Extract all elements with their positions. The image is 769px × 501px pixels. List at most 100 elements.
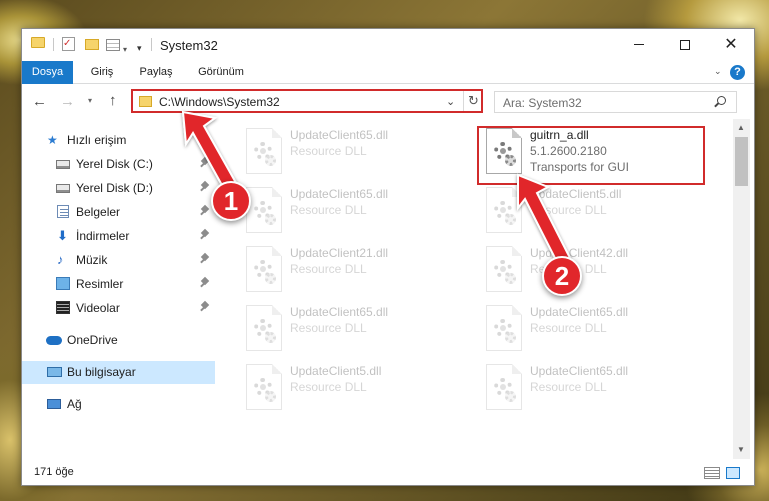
close-button[interactable]: ✕ — [708, 29, 754, 60]
navigation-bar: ← → ▾ ↑ C:\Windows\System32 ⌄ ↻ Ara: Sys… — [22, 85, 754, 119]
list-item[interactable]: UpdateClient5.dll Resource DLL — [480, 182, 708, 238]
file-name: UpdateClient65.dll — [530, 305, 629, 319]
pin-icon[interactable] — [200, 204, 210, 217]
file-type: Resource DLL — [290, 321, 367, 335]
gear-icon — [265, 391, 276, 402]
separator — [53, 38, 54, 51]
sidebar-item-label: İndirmeler — [76, 229, 130, 243]
help-button[interactable]: ? — [730, 65, 745, 80]
disk-icon — [56, 160, 70, 169]
pin-icon[interactable] — [200, 300, 210, 313]
scroll-down-icon[interactable]: ▼ — [737, 445, 745, 454]
address-path[interactable]: C:\Windows\System32 — [159, 95, 280, 109]
close-icon: ✕ — [724, 35, 738, 53]
tab-file[interactable]: Dosya — [22, 61, 73, 84]
pin-icon[interactable] — [200, 228, 210, 241]
address-history-icon[interactable]: ⌄ — [446, 95, 455, 108]
up-arrow-icon[interactable]: ↑ — [109, 92, 117, 109]
file-type: Resource DLL — [290, 380, 367, 394]
status-bar: 171 öğe — [22, 459, 754, 485]
properties-check-icon[interactable]: ✓ — [62, 37, 75, 51]
list-item[interactable]: UpdateClient65.dll Resource DLL — [240, 182, 468, 238]
dll-file-icon — [246, 246, 282, 292]
sidebar-item-pictures[interactable]: Resimler — [22, 273, 215, 295]
dll-file-icon — [246, 187, 282, 233]
sidebar-item-label: Ağ — [67, 397, 82, 411]
minimize-button[interactable] — [616, 29, 662, 60]
vertical-scrollbar[interactable]: ▲ ▼ — [733, 119, 750, 459]
navigation-pane: ★ Hızlı erişim Yerel Disk (C:) Yerel Dis… — [22, 119, 215, 459]
properties-icon[interactable] — [106, 39, 120, 51]
pin-icon[interactable] — [200, 276, 210, 289]
search-input[interactable]: Ara: System32 — [494, 91, 737, 113]
list-item[interactable]: UpdateClient65.dll Resource DLL — [480, 300, 708, 356]
recent-locations-icon[interactable]: ▾ — [88, 96, 92, 105]
download-icon: ⬇ — [57, 228, 68, 243]
dll-file-icon — [246, 364, 282, 410]
step-1-badge: 1 — [211, 181, 251, 221]
sidebar-item-network[interactable]: Ağ — [22, 393, 215, 415]
folder-icon[interactable] — [31, 37, 45, 48]
tab-home[interactable]: Giriş — [82, 61, 122, 84]
tiles-view-icon[interactable] — [726, 467, 740, 479]
sidebar-item-local-disk-d[interactable]: Yerel Disk (D:) — [22, 177, 215, 199]
sidebar-item-label: Yerel Disk (D:) — [76, 181, 153, 195]
scroll-up-icon[interactable]: ▲ — [737, 123, 745, 132]
new-folder-icon[interactable] — [85, 39, 99, 50]
dll-file-icon — [246, 305, 282, 351]
list-item[interactable]: UpdateClient65.dll Resource DLL — [240, 123, 468, 179]
sidebar-item-quick-access[interactable]: ★ Hızlı erişim — [22, 129, 215, 151]
pin-icon[interactable] — [200, 252, 210, 265]
gear-icon — [265, 214, 276, 225]
computer-icon — [47, 367, 62, 377]
sidebar-item-documents[interactable]: Belgeler — [22, 201, 215, 223]
list-item[interactable]: UpdateClient42.dll Resource DLL — [480, 241, 708, 297]
gear-icon — [265, 155, 276, 166]
file-type: Resource DLL — [530, 321, 607, 335]
chevron-down-icon[interactable]: ▾ — [123, 41, 127, 57]
details-view-icon[interactable] — [704, 467, 720, 479]
dll-file-icon — [486, 305, 522, 351]
sidebar-item-videos[interactable]: Videolar — [22, 297, 215, 319]
sidebar-item-this-pc[interactable]: Bu bilgisayar — [22, 361, 215, 384]
file-name: UpdateClient65.dll — [530, 364, 629, 378]
sidebar-item-label: OneDrive — [67, 333, 118, 347]
sidebar-item-local-disk-c[interactable]: Yerel Disk (C:) — [22, 153, 215, 175]
file-name: UpdateClient65.dll — [290, 187, 389, 201]
pin-icon[interactable] — [200, 180, 210, 193]
file-name: UpdateClient5.dll — [530, 187, 622, 201]
music-icon: ♪ — [57, 252, 64, 267]
list-item[interactable]: UpdateClient5.dll Resource DLL — [240, 359, 468, 415]
tab-share[interactable]: Paylaş — [131, 61, 181, 84]
sidebar-item-music[interactable]: ♪ Müzik — [22, 249, 215, 271]
address-bar[interactable]: C:\Windows\System32 ⌄ ↻ — [131, 89, 483, 113]
maximize-button[interactable] — [662, 29, 708, 60]
file-type: Resource DLL — [530, 380, 607, 394]
pin-icon[interactable] — [200, 156, 210, 169]
refresh-icon[interactable]: ↻ — [463, 91, 483, 111]
sidebar-item-label: Belgeler — [76, 205, 121, 219]
sidebar-item-downloads[interactable]: ⬇ İndirmeler — [22, 225, 215, 247]
item-count: 171 öğe — [34, 466, 74, 478]
pictures-icon — [56, 277, 70, 290]
file-name: UpdateClient65.dll — [290, 305, 389, 319]
window-title: System32 — [160, 38, 218, 53]
search-icon[interactable] — [717, 96, 726, 105]
scrollbar-thumb[interactable] — [735, 137, 748, 186]
cloud-icon — [46, 336, 62, 345]
sidebar-item-label: Müzik — [76, 253, 108, 267]
step-2-badge: 2 — [542, 256, 582, 296]
file-type: Resource DLL — [290, 144, 367, 158]
tab-view[interactable]: Görünüm — [190, 61, 252, 84]
minimize-icon — [634, 44, 644, 45]
disk-icon — [56, 184, 70, 193]
list-item[interactable]: UpdateClient65.dll Resource DLL — [480, 359, 708, 415]
list-item[interactable]: UpdateClient65.dll Resource DLL — [240, 300, 468, 356]
forward-arrow-icon[interactable]: → — [60, 93, 75, 110]
sidebar-item-onedrive[interactable]: OneDrive — [22, 329, 215, 351]
back-arrow-icon[interactable]: ← — [32, 93, 47, 110]
list-item[interactable]: UpdateClient21.dll Resource DLL — [240, 241, 468, 297]
expand-ribbon-icon[interactable]: ⌄ — [714, 66, 722, 77]
customize-toolbar-icon[interactable]: ▾ — [137, 40, 142, 56]
file-name: UpdateClient21.dll — [290, 246, 389, 260]
